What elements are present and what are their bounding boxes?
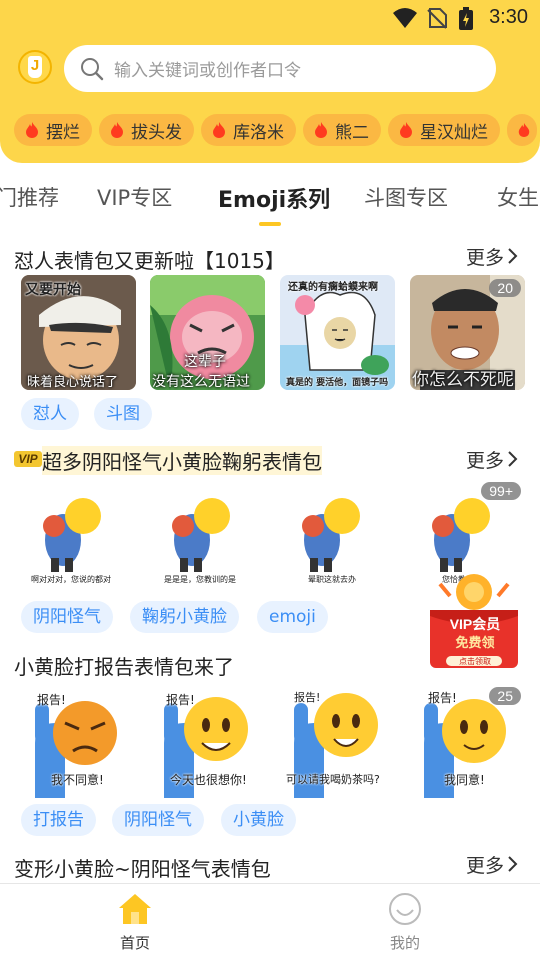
- sticker-thumb[interactable]: 啊对对对，您说的都对: [21, 478, 136, 593]
- more-link[interactable]: 更多: [466, 243, 504, 270]
- count-badge: 99+: [481, 482, 521, 500]
- search-icon: [81, 57, 104, 80]
- tab-girls[interactable]: 女生: [497, 182, 539, 212]
- tab-doutu[interactable]: 斗图专区: [364, 182, 448, 212]
- nav-home[interactable]: 首页: [95, 892, 175, 953]
- tag-chip[interactable]: 鞠躬小黄脸: [130, 601, 239, 633]
- sticker-caption: 是是是，您教训的是: [164, 575, 236, 584]
- vip-float-line3: 点击领取: [459, 657, 491, 666]
- more-link[interactable]: 更多: [466, 446, 504, 473]
- wifi-icon: [393, 8, 417, 28]
- status-time: 3:30: [489, 6, 528, 28]
- sticker-thumb[interactable]: 是是是，您教训的是: [150, 478, 265, 593]
- sticker-thumb[interactable]: 报告! 可以请我喝奶茶吗?: [280, 683, 395, 798]
- top-header: 3:30 J 输入关键词或创作者口令 摆烂 拔头发 库洛米 熊二 星汉灿烂: [0, 0, 540, 163]
- vip-promo-float[interactable]: VIP会员 免费领 点击领取: [428, 570, 522, 670]
- status-bar: 3:30: [0, 0, 540, 36]
- hot-chip[interactable]: 摆烂: [14, 114, 92, 146]
- sticker-caption: 你怎么不死呢: [412, 370, 514, 390]
- search-bar[interactable]: 输入关键词或创作者口令: [64, 45, 496, 92]
- tag-chip[interactable]: emoji: [257, 601, 328, 633]
- section-title: 小黄脸打报告表情包来了: [14, 655, 234, 679]
- hot-chip-label: 拔头发: [131, 122, 182, 143]
- tab-emoji[interactable]: Emoji系列: [218, 182, 330, 214]
- section-title: 变形小黄脸~阴阳怪气表情包: [14, 857, 271, 881]
- sticker-caption: 没有这么无语过: [152, 374, 250, 390]
- sticker-caption: 啊对对对，您说的都对: [31, 575, 111, 584]
- tag-chip[interactable]: 斗图: [94, 398, 152, 430]
- hot-chip-label: 库洛米: [233, 122, 284, 143]
- sticker-caption: 我不同意!: [51, 773, 104, 787]
- fire-icon: [213, 122, 225, 138]
- fire-icon: [400, 122, 412, 138]
- chevron-right-icon[interactable]: [506, 451, 518, 467]
- fire-icon: [315, 122, 327, 138]
- bottom-nav: 首页 我的: [0, 883, 540, 960]
- vip-badge: VIP: [14, 451, 42, 467]
- sticker-caption: 真是的 要活他，面镜子吗: [286, 378, 389, 388]
- count-badge: 20: [489, 279, 521, 297]
- tab-recommend[interactable]: 门推荐: [0, 182, 59, 212]
- vip-float-line1: VIP会员: [449, 616, 501, 632]
- active-tab-indicator: [259, 222, 281, 226]
- battery-charging-icon: [459, 7, 473, 30]
- sticker-caption: 昧着良心说话了: [27, 375, 119, 390]
- nav-mine[interactable]: 我的: [365, 892, 445, 953]
- section-title: 怼人表情包又更新啦【1015】: [14, 249, 285, 273]
- sticker-caption: 还真的有瘸蛤蟆来啊: [288, 282, 378, 293]
- fire-icon: [111, 122, 123, 138]
- tag-chip[interactable]: 阴阳怪气: [21, 601, 113, 633]
- sticker-caption: 这辈子: [184, 354, 226, 370]
- smile-icon: [389, 893, 421, 925]
- sticker-caption: 报告!: [428, 691, 457, 705]
- more-link[interactable]: 更多: [466, 851, 504, 878]
- hot-chip-label: 摆烂: [46, 122, 80, 143]
- sticker-caption: 又要开始: [25, 282, 81, 298]
- sticker-caption: 我同意!: [444, 773, 485, 787]
- sticker-thumb[interactable]: 还真的有瘸蛤蟆来啊 真是的 要活他，面镜子吗: [280, 275, 395, 390]
- app-logo[interactable]: J: [18, 50, 52, 84]
- sticker-caption: 今天也很想你!: [170, 773, 247, 787]
- hot-chip-label: 熊二: [335, 122, 369, 143]
- chevron-right-icon[interactable]: [506, 856, 518, 872]
- search-placeholder: 输入关键词或创作者口令: [114, 61, 301, 81]
- section-title: 超多阴阳怪气小黄脸鞠躬表情包: [42, 446, 322, 475]
- tag-chip[interactable]: 小黄脸: [221, 804, 296, 836]
- tag-chip[interactable]: 打报告: [21, 804, 96, 836]
- sticker-caption: 晕职这就去办: [308, 575, 356, 584]
- home-icon: [119, 894, 151, 924]
- hot-chip[interactable]: 库洛米: [201, 114, 296, 146]
- nav-label: 首页: [119, 934, 150, 952]
- sticker-caption: 可以请我喝奶茶吗?: [286, 773, 380, 786]
- hot-chip[interactable]: 拔头发: [99, 114, 194, 146]
- sticker-thumb[interactable]: 晕职这就去办: [280, 478, 395, 593]
- sticker-caption: 报告!: [166, 693, 195, 707]
- sticker-thumb[interactable]: 20 你怎么不死呢: [410, 275, 525, 390]
- vip-float-line2: 免费领: [455, 636, 495, 651]
- sticker-thumb[interactable]: 又要开始 昧着良心说话了: [21, 275, 136, 390]
- category-tabs: 门推荐 VIP专区 Emoji系列 斗图专区 女生: [0, 176, 540, 226]
- chevron-right-icon[interactable]: [506, 248, 518, 264]
- no-sim-icon: [427, 8, 447, 29]
- hot-chip[interactable]: 熊二: [303, 114, 381, 146]
- sticker-thumb[interactable]: 25 报告! 我同意!: [410, 683, 525, 798]
- sticker-caption: 报告!: [294, 691, 321, 704]
- sticker-thumb[interactable]: 报告! 我不同意!: [21, 683, 136, 798]
- hot-keyword-row: 摆烂 拔头发 库洛米 熊二 星汉灿烂: [14, 114, 540, 148]
- sticker-caption: 报告!: [37, 693, 66, 707]
- hot-chip[interactable]: 星汉灿烂: [388, 114, 500, 146]
- sticker-thumb[interactable]: 这辈子 没有这么无语过: [150, 275, 265, 390]
- tag-chip[interactable]: 阴阳怪气: [112, 804, 204, 836]
- fire-icon: [518, 123, 530, 137]
- hot-chip-label: 星汉灿烂: [420, 122, 488, 143]
- nav-label: 我的: [389, 934, 420, 952]
- tag-chip[interactable]: 怼人: [21, 398, 79, 430]
- count-badge: 25: [489, 687, 521, 705]
- fire-icon: [26, 122, 38, 138]
- hot-chip[interactable]: [507, 114, 537, 146]
- sticker-thumb[interactable]: 报告! 今天也很想你!: [150, 683, 265, 798]
- tab-vip[interactable]: VIP专区: [97, 182, 172, 212]
